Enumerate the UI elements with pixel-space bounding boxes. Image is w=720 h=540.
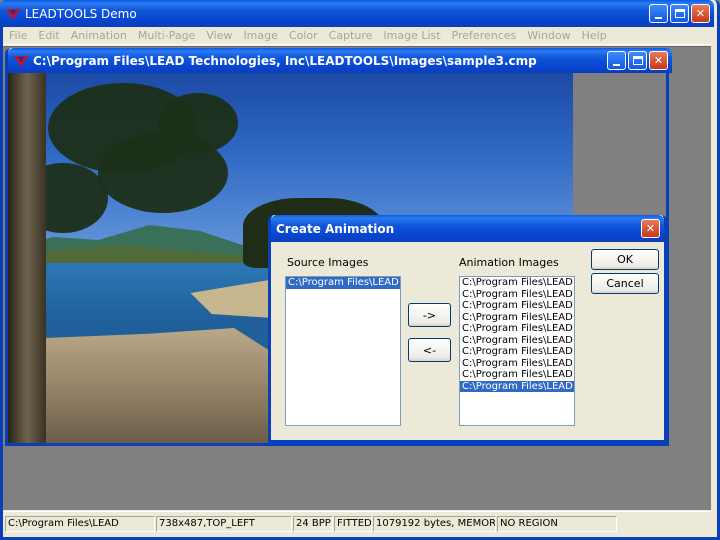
child-title: C:\Program Files\LEAD Technologies, Inc\… <box>33 53 537 68</box>
dialog-close-button[interactable]: ✕ <box>641 219 660 238</box>
menu-image-list[interactable]: Image List <box>383 29 440 42</box>
maximize-icon <box>674 9 685 18</box>
animation-list-item[interactable]: C:\Program Files\LEAD Te <box>460 277 574 289</box>
close-icon: ✕ <box>653 54 664 67</box>
close-button[interactable]: ✕ <box>691 4 710 23</box>
status-bpp: 24 BPP <box>293 516 333 532</box>
menu-window[interactable]: Window <box>527 29 570 42</box>
animation-list-item[interactable]: C:\Program Files\LEAD Te <box>460 358 574 370</box>
leadtools-logo-icon <box>14 54 28 68</box>
child-title-bar[interactable]: C:\Program Files\LEAD Technologies, Inc\… <box>8 48 672 73</box>
animation-list-item[interactable]: C:\Program Files\LEAD Te <box>460 312 574 324</box>
minimize-icon <box>655 16 662 19</box>
dialog-title-bar[interactable]: Create Animation ✕ <box>271 215 664 242</box>
child-maximize-button[interactable] <box>628 51 647 70</box>
minimize-button[interactable] <box>649 4 668 23</box>
status-fit: FITTED <box>334 516 372 532</box>
menu-view[interactable]: View <box>206 29 232 42</box>
status-bar: C:\Program Files\LEAD 738x487,TOP_LEFT 2… <box>3 511 711 537</box>
close-icon: ✕ <box>645 222 656 235</box>
animation-list-item[interactable]: C:\Program Files\LEAD Te <box>460 323 574 335</box>
menu-file[interactable]: File <box>9 29 27 42</box>
minimize-icon <box>613 63 620 66</box>
create-animation-dialog: Create Animation ✕ Source Images C:\Prog… <box>268 215 667 443</box>
menu-animation[interactable]: Animation <box>71 29 127 42</box>
menu-help[interactable]: Help <box>582 29 607 42</box>
app-title-bar[interactable]: LEADTOOLS Demo ✕ <box>0 0 714 27</box>
menu-multi-page[interactable]: Multi-Page <box>138 29 196 42</box>
child-close-button[interactable]: ✕ <box>649 51 668 70</box>
add-to-animation-button[interactable]: -> <box>408 303 451 327</box>
cancel-button[interactable]: Cancel <box>591 273 659 294</box>
source-images-label: Source Images <box>287 256 369 269</box>
animation-list-item[interactable]: C:\Program Files\LEAD Te <box>460 300 574 312</box>
animation-list-item[interactable]: C:\Program Files\LEAD Te <box>460 289 574 301</box>
dialog-title: Create Animation <box>276 221 395 236</box>
status-region: NO REGION <box>497 516 617 532</box>
source-images-list[interactable]: C:\Program Files\LEAD Te <box>285 276 401 426</box>
ok-button[interactable]: OK <box>591 249 659 270</box>
menu-image[interactable]: Image <box>243 29 277 42</box>
close-icon: ✕ <box>695 7 706 20</box>
animation-images-list[interactable]: C:\Program Files\LEAD TeC:\Program Files… <box>459 276 575 426</box>
menu-capture[interactable]: Capture <box>329 29 373 42</box>
source-list-item[interactable]: C:\Program Files\LEAD Te <box>286 277 400 289</box>
remove-from-animation-button[interactable]: <- <box>408 338 451 362</box>
maximize-icon <box>632 56 643 65</box>
maximize-button[interactable] <box>670 4 689 23</box>
status-memory: 1079192 bytes, MEMORY <box>373 516 496 532</box>
child-minimize-button[interactable] <box>607 51 626 70</box>
menu-color[interactable]: Color <box>289 29 318 42</box>
animation-list-item[interactable]: C:\Program Files\LEAD Te <box>460 369 574 381</box>
menu-preferences[interactable]: Preferences <box>452 29 517 42</box>
status-dimensions: 738x487,TOP_LEFT <box>156 516 292 532</box>
menu-edit[interactable]: Edit <box>38 29 59 42</box>
animation-list-item[interactable]: C:\Program Files\LEAD Te <box>460 335 574 347</box>
status-path: C:\Program Files\LEAD <box>5 516 155 532</box>
app-title: LEADTOOLS Demo <box>25 6 137 21</box>
leadtools-logo-icon <box>6 7 20 21</box>
animation-list-item[interactable]: C:\Program Files\LEAD Te <box>460 380 574 392</box>
menu-bar: File Edit Animation Multi-Page View Imag… <box>3 27 711 45</box>
animation-images-label: Animation Images <box>459 256 559 269</box>
animation-list-item[interactable]: C:\Program Files\LEAD Te <box>460 346 574 358</box>
